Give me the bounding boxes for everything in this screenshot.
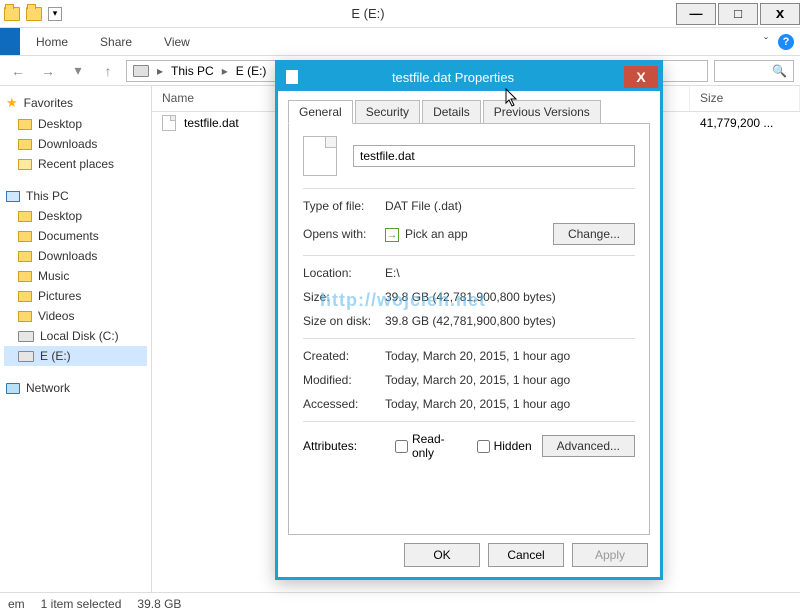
status-items: em [8,597,25,611]
sidebar-item-documents[interactable]: Documents [4,226,147,246]
network-icon [6,383,20,394]
opens-with-label: Opens with: [303,227,385,241]
tab-home[interactable]: Home [20,28,84,55]
sidebar-item-desktop2[interactable]: Desktop [4,206,147,226]
folder-icon [18,139,32,150]
tab-view[interactable]: View [148,28,206,55]
search-box[interactable]: 🔍 [714,60,794,82]
folder-icon [18,159,32,170]
favorites-group[interactable]: ★Favorites [4,92,147,114]
type-label: Type of file: [303,199,385,213]
ribbon-collapse[interactable]: ˇ [764,35,768,49]
properties-dialog: testfile.dat Properties X General Securi… [275,60,663,580]
sidebar-item-downloads2[interactable]: Downloads [4,246,147,266]
qat-dropdown[interactable]: ▾ [48,7,62,21]
tab-security[interactable]: Security [355,100,420,124]
tab-previous-versions[interactable]: Previous Versions [483,100,601,124]
drive-icon [18,351,34,362]
size-on-disk-value: 39.8 GB (42,781,900,800 bytes) [385,314,635,328]
filename-input[interactable] [353,145,635,167]
status-bar: em 1 item selected 39.8 GB [0,592,800,614]
help-icon[interactable]: ? [778,34,794,50]
file-type-icon [303,136,337,176]
minimize-button[interactable]: — [676,3,716,25]
app-icon: → [385,228,399,242]
file-tab[interactable] [0,28,20,55]
dialog-titlebar[interactable]: testfile.dat Properties X [278,63,660,91]
col-size[interactable]: Size [690,86,800,111]
ribbon: Home Share View ˇ ? [0,28,800,56]
readonly-checkbox[interactable]: Read-only [395,432,467,460]
sidebar-item-desktop[interactable]: Desktop [4,114,147,134]
file-size: 41,779,200 ... [700,116,800,130]
opens-with-value: →Pick an app [385,227,553,242]
window-title: E (E:) [62,6,674,21]
modified-value: Today, March 20, 2015, 1 hour ago [385,373,635,387]
folder-icon [4,7,20,21]
close-button[interactable]: x [760,3,800,25]
accessed-value: Today, March 20, 2015, 1 hour ago [385,397,635,411]
tab-general-content: Type of file:DAT File (.dat) Opens with:… [288,123,650,535]
maximize-button[interactable]: □ [718,3,758,25]
tab-details[interactable]: Details [422,100,481,124]
size-label: Size: [303,290,385,304]
type-value: DAT File (.dat) [385,199,635,213]
status-sel-size: 39.8 GB [137,597,181,611]
document-icon [286,70,298,84]
sidebar-item-downloads[interactable]: Downloads [4,134,147,154]
cancel-button[interactable]: Cancel [488,543,564,567]
sidebar-item-drive-e[interactable]: E (E:) [4,346,147,366]
accessed-label: Accessed: [303,397,385,411]
sidebar-item-videos[interactable]: Videos [4,306,147,326]
forward-button[interactable]: → [36,59,60,83]
folder-icon [18,271,32,282]
location-label: Location: [303,266,385,280]
dialog-close-button[interactable]: X [624,66,658,88]
folder-icon [18,291,32,302]
modified-label: Modified: [303,373,385,387]
advanced-button[interactable]: Advanced... [542,435,635,457]
file-icon [162,115,176,131]
star-icon: ★ [6,95,18,111]
ok-button[interactable]: OK [404,543,480,567]
status-selected: 1 item selected [41,597,122,611]
sidebar-item-drive-c[interactable]: Local Disk (C:) [4,326,147,346]
folder-icon [18,119,32,130]
size-value: 39.8 GB (42,781,900,800 bytes) [385,290,635,304]
folder-icon [18,251,32,262]
back-button[interactable]: ← [6,59,30,83]
crumb-drive[interactable]: E (E:) [236,64,267,78]
created-value: Today, March 20, 2015, 1 hour ago [385,349,635,363]
tab-share[interactable]: Share [84,28,148,55]
pc-icon [6,191,20,202]
up-button[interactable]: ↑ [96,59,120,83]
sidebar-item-music[interactable]: Music [4,266,147,286]
change-button[interactable]: Change... [553,223,635,245]
sidebar-item-pictures[interactable]: Pictures [4,286,147,306]
apply-button[interactable]: Apply [572,543,648,567]
explorer-titlebar: ▾ E (E:) — □ x [0,0,800,28]
nav-pane: ★Favorites Desktop Downloads Recent plac… [0,86,152,592]
search-icon: 🔍 [772,64,787,78]
open-folder-icon [26,7,42,21]
folder-icon [18,311,32,322]
size-on-disk-label: Size on disk: [303,314,385,328]
drive-icon [133,65,149,77]
folder-icon [18,211,32,222]
crumb-this-pc[interactable]: This PC [171,64,214,78]
tab-general[interactable]: General [288,100,353,124]
network-group[interactable]: Network [4,378,147,398]
dialog-tabs: General Security Details Previous Versio… [288,100,650,124]
folder-icon [18,231,32,242]
dialog-title: testfile.dat Properties [306,70,624,85]
attributes-label: Attributes: [303,439,385,453]
hidden-checkbox[interactable]: Hidden [477,439,532,453]
created-label: Created: [303,349,385,363]
dialog-footer: OK Cancel Apply [278,535,660,575]
sidebar-item-recent[interactable]: Recent places [4,154,147,174]
thispc-group[interactable]: This PC [4,186,147,206]
recent-locations[interactable]: ▾ [66,59,90,83]
location-value: E:\ [385,266,635,280]
drive-icon [18,331,34,342]
